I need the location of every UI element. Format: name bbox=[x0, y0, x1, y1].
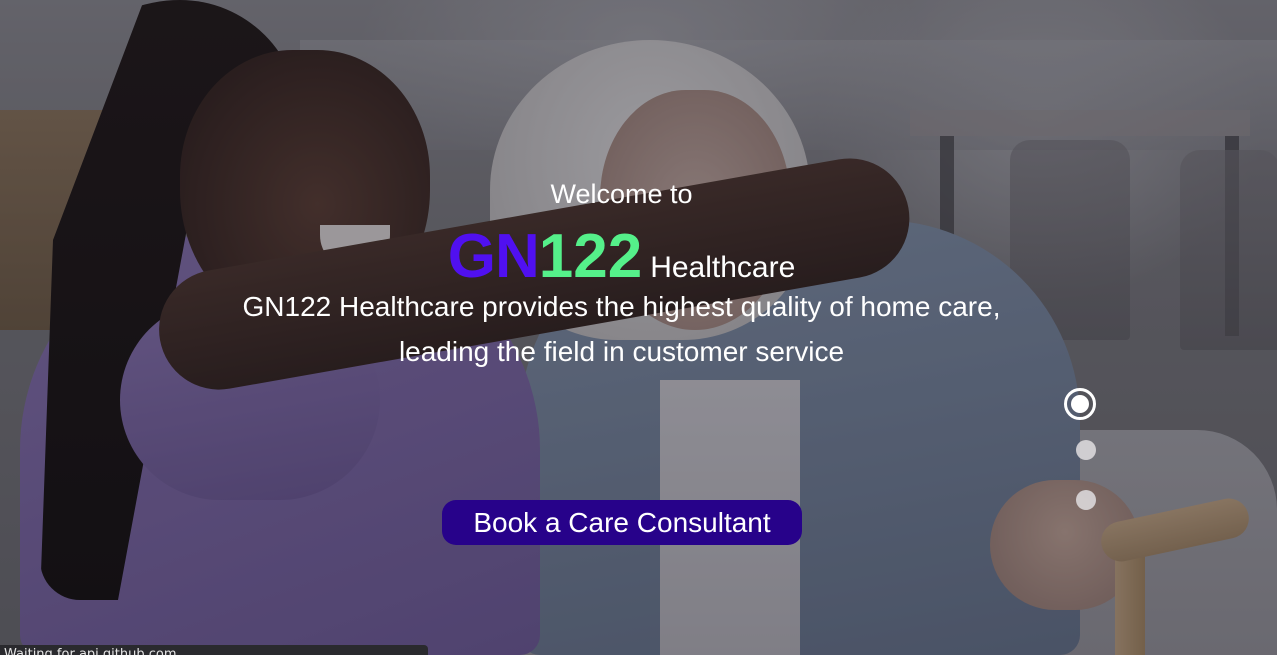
tagline: GN122 Healthcare provides the highest qu… bbox=[242, 291, 1001, 367]
hero-section: Welcome to GN122 Healthcare GN122 Healthc… bbox=[0, 0, 1277, 655]
hero-content: Welcome to GN122 Healthcare GN122 Healthc… bbox=[0, 0, 1243, 655]
brand-healthcare: Healthcare bbox=[650, 251, 796, 284]
browser-status-bar: Waiting for api.github.com... bbox=[0, 645, 428, 655]
slider-dot-3[interactable] bbox=[1076, 490, 1096, 510]
slider-dot-2[interactable] bbox=[1076, 440, 1096, 460]
brand-gn: GN bbox=[447, 222, 540, 291]
slider-dot-1[interactable] bbox=[1064, 388, 1096, 420]
brand-number: 122 bbox=[538, 222, 643, 291]
welcome-text: Welcome to bbox=[550, 179, 693, 209]
book-consultant-button[interactable]: Book a Care Consultant bbox=[442, 500, 802, 545]
